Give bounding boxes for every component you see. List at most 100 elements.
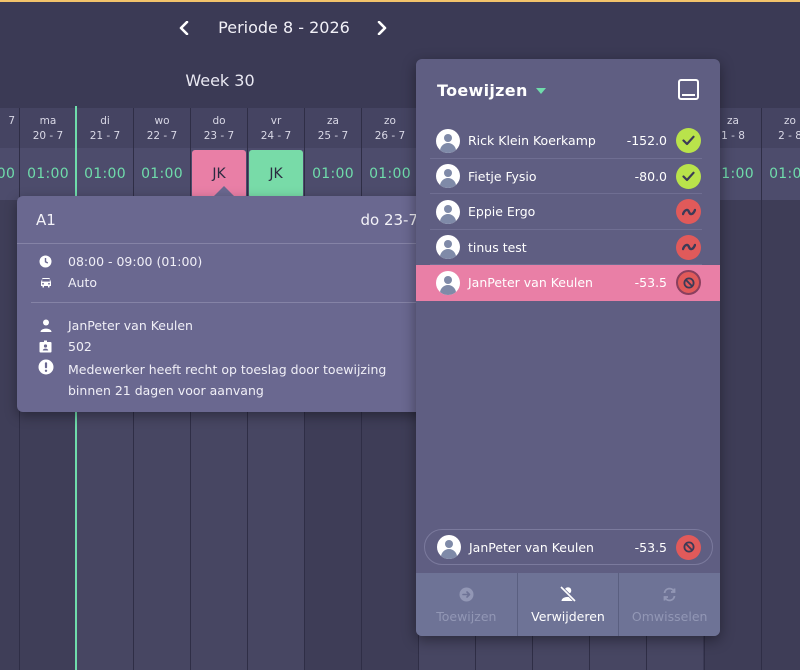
day-of-week: zo bbox=[384, 115, 396, 127]
shift-time: 01:00 bbox=[27, 166, 69, 182]
candidate-item[interactable]: Fietje Fysio -80.0 bbox=[416, 159, 720, 195]
assign-panel: Toewijzen Rick Klein Koerkamp -152.0 Fie… bbox=[416, 59, 720, 636]
badge-number: 502 bbox=[68, 338, 92, 354]
day-of-week: zo bbox=[784, 115, 796, 127]
avatar bbox=[436, 270, 460, 295]
tooltip-divider bbox=[31, 302, 422, 303]
shift-cell[interactable]: 01:00 bbox=[134, 148, 190, 200]
blocked-icon bbox=[676, 270, 701, 296]
candidate-score: -152.0 bbox=[626, 133, 667, 149]
not-available-icon bbox=[676, 199, 701, 225]
candidate-name: Rick Klein Koerkamp bbox=[468, 133, 596, 149]
shift-cell[interactable]: 01:00 bbox=[20, 148, 76, 200]
day-date: 24 - 7 bbox=[260, 130, 292, 142]
shift-date: do 23-7 bbox=[360, 211, 418, 229]
shift-tooltip: A1 do 23-7 08:00 - 09:00 (01:00) Auto Ja… bbox=[17, 196, 436, 412]
tooltip-time-row: 08:00 - 09:00 (01:00) bbox=[37, 253, 202, 269]
day-header: wo 22 - 7 bbox=[134, 108, 190, 148]
tooltip-employee-row: JanPeter van Keulen bbox=[37, 317, 193, 333]
shift-chip[interactable]: JK bbox=[249, 150, 303, 198]
panel-toggle-icon[interactable] bbox=[678, 79, 699, 100]
period-title: Periode 8 - 2026 bbox=[218, 18, 350, 37]
day-of-week: wo bbox=[154, 115, 170, 127]
toeslag-note: Medewerker heeft recht op toeslag door t… bbox=[68, 362, 387, 398]
candidate-item[interactable]: Rick Klein Koerkamp -152.0 bbox=[416, 123, 720, 159]
remove-button[interactable]: Verwijderen bbox=[518, 573, 620, 636]
assign-label: Toewijzen bbox=[436, 609, 497, 624]
day-header: di 21 - 7 bbox=[77, 108, 133, 148]
day-of-week: do bbox=[212, 115, 226, 127]
shift-time: 01:00 bbox=[141, 166, 183, 182]
candidate-item[interactable]: Eppie Ergo bbox=[416, 194, 720, 230]
shift-time: 01:00 bbox=[369, 166, 411, 182]
exclamation-icon bbox=[37, 359, 54, 375]
not-available-icon bbox=[676, 234, 701, 260]
day-date: 7 bbox=[8, 115, 15, 127]
day-date: 20 - 7 bbox=[32, 130, 64, 142]
shift-time-range: 08:00 - 09:00 (01:00) bbox=[68, 253, 203, 269]
candidate-name: Eppie Ergo bbox=[468, 204, 536, 220]
shift-code: A1 bbox=[36, 211, 56, 229]
shift-cell[interactable]: 01:00 bbox=[305, 148, 361, 200]
shift-time: 00 bbox=[0, 166, 16, 182]
panel-title: Toewijzen bbox=[437, 81, 528, 100]
id-badge-icon bbox=[37, 338, 54, 354]
selected-name: JanPeter van Keulen bbox=[469, 539, 594, 555]
candidate-item[interactable]: tinus test bbox=[416, 230, 720, 266]
day-of-week: vr bbox=[270, 115, 282, 127]
swap-icon bbox=[661, 585, 679, 603]
tooltip-badge-row: 502 bbox=[37, 338, 92, 354]
day-header: zo 2 - 8 bbox=[762, 108, 800, 148]
week-label: Week 30 bbox=[185, 71, 255, 90]
day-date: 22 - 7 bbox=[146, 130, 178, 142]
avatar bbox=[437, 535, 461, 559]
shift-cell[interactable]: 00 bbox=[0, 148, 19, 200]
day-header: do 23 - 7 bbox=[191, 108, 247, 148]
candidate-item-selected[interactable]: JanPeter van Keulen -53.5 bbox=[416, 265, 720, 301]
shift-cell[interactable]: 01:00 bbox=[762, 148, 800, 200]
day-header: 7 bbox=[0, 108, 19, 148]
day-date: 26 - 7 bbox=[374, 130, 406, 142]
assign-button[interactable]: Toewijzen bbox=[416, 573, 518, 636]
day-of-week: di bbox=[100, 115, 110, 127]
day-column[interactable]: zo 2 - 8 01:00 bbox=[761, 108, 800, 670]
selected-candidate: JanPeter van Keulen -53.5 bbox=[424, 529, 713, 565]
day-body bbox=[762, 200, 800, 670]
tooltip-header: A1 do 23-7 bbox=[17, 196, 436, 244]
day-header: ma 20 - 7 bbox=[20, 108, 76, 148]
car-icon bbox=[37, 274, 54, 290]
shift-time: 01:00 bbox=[769, 166, 800, 182]
day-date: 21 - 7 bbox=[89, 130, 121, 142]
swap-label: Omwisselen bbox=[631, 609, 708, 624]
arrow-right-circle-icon bbox=[457, 585, 475, 603]
day-of-week: za bbox=[327, 115, 339, 127]
shift-cell[interactable]: 01:00 bbox=[77, 148, 133, 200]
employee-name: JanPeter van Keulen bbox=[68, 317, 193, 333]
remove-label: Verwijderen bbox=[531, 609, 605, 624]
tooltip-warning-row bbox=[37, 359, 68, 375]
candidate-name: tinus test bbox=[468, 239, 527, 255]
shift-cell[interactable]: JK bbox=[248, 148, 304, 200]
avatar bbox=[436, 164, 460, 189]
day-header: za 25 - 7 bbox=[305, 108, 361, 148]
blocked-icon bbox=[676, 534, 701, 560]
day-header: vr 24 - 7 bbox=[248, 108, 304, 148]
candidate-name: Fietje Fysio bbox=[468, 168, 537, 184]
period-navigation: Periode 8 - 2026 bbox=[0, 2, 800, 54]
day-date: 25 - 7 bbox=[317, 130, 349, 142]
chevron-left-icon[interactable] bbox=[174, 20, 194, 40]
candidate-score: -53.5 bbox=[634, 275, 667, 291]
shift-time: 01:00 bbox=[312, 166, 354, 182]
clock-icon bbox=[37, 253, 54, 269]
shift-cell[interactable]: 01:00 bbox=[362, 148, 418, 200]
chevron-right-icon[interactable] bbox=[372, 20, 392, 40]
day-header: zo 26 - 7 bbox=[362, 108, 418, 148]
candidate-name: JanPeter van Keulen bbox=[468, 275, 593, 291]
selected-score: -53.5 bbox=[634, 539, 667, 555]
day-date: 23 - 7 bbox=[203, 130, 235, 142]
panel-title-dropdown[interactable]: Toewijzen bbox=[437, 81, 546, 100]
day-of-week: ma bbox=[39, 115, 57, 127]
action-bar: Toewijzen Verwijderen Omwisselen bbox=[416, 573, 720, 636]
swap-button[interactable]: Omwisselen bbox=[619, 573, 720, 636]
avatar bbox=[436, 128, 460, 153]
